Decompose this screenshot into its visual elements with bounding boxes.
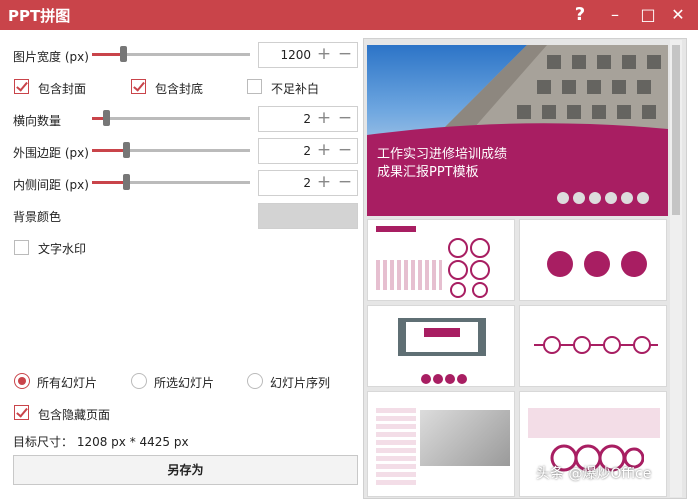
- plus-icon[interactable]: +: [315, 140, 333, 160]
- plus-icon[interactable]: +: [315, 108, 333, 128]
- outer-margin-label: 外围边距 (px): [13, 146, 89, 160]
- minus-icon[interactable]: −: [336, 172, 354, 192]
- cover-title-line2: 成果汇报PPT模板: [377, 165, 479, 180]
- image-width-input[interactable]: 1200 + −: [258, 42, 358, 68]
- cover-slide-thumbnail: 工作实习进修培训成绩 成果汇报PPT模板: [367, 45, 668, 216]
- slide-thumbnail: [519, 219, 667, 301]
- slider-knob[interactable]: [123, 174, 130, 190]
- minimize-button[interactable]: –: [603, 3, 627, 27]
- scope-all-radio[interactable]: [14, 373, 30, 389]
- inner-spacing-slider[interactable]: [92, 174, 250, 190]
- outer-margin-input[interactable]: 2 + −: [258, 138, 358, 164]
- help-button[interactable]: ?: [568, 3, 592, 27]
- include-hidden-checkbox[interactable]: [14, 405, 29, 420]
- image-width-slider[interactable]: [92, 46, 250, 62]
- target-size-text: 目标尺寸： 1208 px * 4425 px: [13, 435, 189, 449]
- save-as-button[interactable]: 另存为: [13, 455, 358, 485]
- close-button[interactable]: ✕: [666, 3, 690, 27]
- scope-sequence-radio[interactable]: [247, 373, 263, 389]
- slider-fill: [92, 181, 124, 184]
- slider-fill: [92, 149, 124, 152]
- image-width-value: 1200: [280, 48, 311, 62]
- horizontal-count-slider[interactable]: [92, 110, 250, 126]
- slide-thumbnail: [367, 391, 515, 497]
- inner-spacing-input[interactable]: 2 + −: [258, 170, 358, 196]
- slide-thumbnail: [367, 305, 515, 387]
- include-cover-label: 包含封面: [38, 82, 87, 96]
- horizontal-count-label: 横向数量: [13, 114, 62, 128]
- inner-spacing-value: 2: [303, 176, 311, 190]
- watermark-text: 头条 @爆炒Office: [536, 466, 652, 482]
- slide-thumbnail: [367, 219, 515, 301]
- bg-color-swatch[interactable]: [258, 203, 358, 229]
- horizontal-count-value: 2: [303, 112, 311, 126]
- slider-fill: [92, 53, 122, 56]
- minus-icon[interactable]: −: [336, 140, 354, 160]
- outer-margin-slider[interactable]: [92, 142, 250, 158]
- maximize-button[interactable]: □: [636, 3, 660, 27]
- include-hidden-label: 包含隐藏页面: [38, 408, 111, 422]
- horizontal-count-input[interactable]: 2 + −: [258, 106, 358, 132]
- plus-icon[interactable]: +: [315, 44, 333, 64]
- bg-color-label: 背景颜色: [13, 210, 62, 224]
- cover-avatars: [557, 192, 649, 204]
- cover-title-line1: 工作实习进修培训成绩: [377, 147, 508, 162]
- slider-knob[interactable]: [120, 46, 127, 62]
- include-back-label: 包含封底: [155, 82, 204, 96]
- scope-all-label: 所有幻灯片: [37, 376, 98, 390]
- minus-icon[interactable]: −: [336, 44, 354, 64]
- slider-knob[interactable]: [103, 110, 110, 126]
- plus-icon[interactable]: +: [315, 172, 333, 192]
- include-cover-checkbox[interactable]: [14, 79, 29, 94]
- title-bar: PPT拼图 ? – □ ✕: [0, 0, 698, 30]
- include-back-checkbox[interactable]: [131, 79, 146, 94]
- text-watermark-label: 文字水印: [38, 242, 87, 256]
- window-title: PPT拼图: [8, 7, 71, 25]
- slider-track: [92, 117, 250, 120]
- fill-blank-checkbox[interactable]: [247, 79, 262, 94]
- fill-blank-label: 不足补白: [271, 82, 320, 96]
- inner-spacing-label: 内侧间距 (px): [13, 178, 89, 192]
- preview-scrollbar[interactable]: [670, 40, 682, 497]
- slider-knob[interactable]: [123, 142, 130, 158]
- image-width-label: 图片宽度 (px): [13, 50, 89, 64]
- scope-selected-radio[interactable]: [131, 373, 147, 389]
- minus-icon[interactable]: −: [336, 108, 354, 128]
- scope-selected-label: 所选幻灯片: [154, 376, 215, 390]
- outer-margin-value: 2: [303, 144, 311, 158]
- scope-sequence-label: 幻灯片序列: [270, 376, 331, 390]
- slide-thumbnail: [519, 305, 667, 387]
- scrollbar-thumb[interactable]: [672, 45, 680, 215]
- text-watermark-checkbox[interactable]: [14, 240, 29, 255]
